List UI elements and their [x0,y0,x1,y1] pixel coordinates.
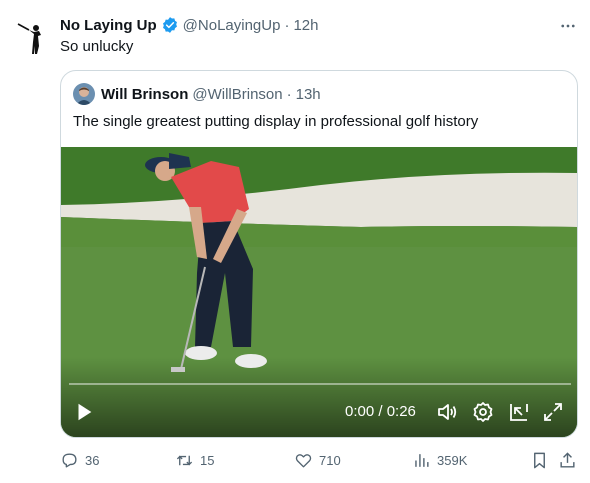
separator-dot: · [284,16,290,34]
tweet-actions: 36 15 710 359K [60,449,580,471]
play-button[interactable] [73,401,95,423]
author-handle[interactable]: @NoLayingUp [183,17,281,34]
share-button[interactable] [558,449,577,471]
tweet-time[interactable]: 12h [293,17,318,34]
quoted-author-handle: @WillBrinson [192,85,283,103]
reply-button[interactable]: 36 [60,449,99,471]
video-progress-track[interactable] [69,383,571,385]
golfer-silhouette-icon [17,23,41,54]
quoted-tweet-text: The single greatest putting display in p… [73,113,479,130]
bookmark-button[interactable] [530,449,549,471]
quoted-author-name: Will Brinson [101,85,189,103]
like-count: 710 [319,452,341,468]
bookmark-icon [534,452,545,468]
volume-icon [438,404,457,420]
author-name[interactable]: No Laying Up [60,17,157,34]
author-avatar[interactable] [14,16,54,56]
more-horizontal-icon [561,24,575,28]
video-player[interactable]: 0:00 / 0:26 [61,147,577,437]
tweet-header: No Laying Up @NoLayingUp · 12h [60,15,318,35]
video-controls: 0:00 / 0:26 [61,393,577,437]
analytics-icon [415,453,429,467]
retweet-button[interactable]: 15 [175,449,214,471]
reply-icon [62,452,77,468]
heart-icon [295,453,312,468]
retweet-icon [176,455,193,465]
video-time: 0:00 / 0:26 [345,403,416,420]
volume-button[interactable] [435,400,459,424]
view-count: 359K [437,452,468,468]
quoted-author-avatar [73,83,95,105]
pop-out-button[interactable] [507,400,531,424]
quoted-tweet-time: 13h [295,85,321,103]
tweet[interactable]: No Laying Up @NoLayingUp · 12h So unluck… [0,0,590,483]
share-icon [560,451,575,468]
tweet-text: So unlucky [60,38,134,55]
settings-icon [473,402,493,422]
more-options-button[interactable] [556,14,580,38]
fullscreen-icon [544,403,562,421]
separator-dot: · [286,85,292,103]
reply-count: 36 [85,452,100,468]
retweet-count: 15 [200,452,215,468]
play-icon [78,403,92,421]
settings-button[interactable] [471,400,495,424]
quoted-tweet[interactable]: Will Brinson @WillBrinson · 13h The sing… [60,70,578,438]
verified-badge-icon [161,16,179,34]
views-button[interactable]: 359K [412,449,467,471]
pop-out-icon [510,404,528,421]
fullscreen-button[interactable] [541,400,565,424]
like-button[interactable]: 710 [294,449,341,471]
quoted-tweet-header: Will Brinson @WillBrinson · 13h [73,83,321,105]
